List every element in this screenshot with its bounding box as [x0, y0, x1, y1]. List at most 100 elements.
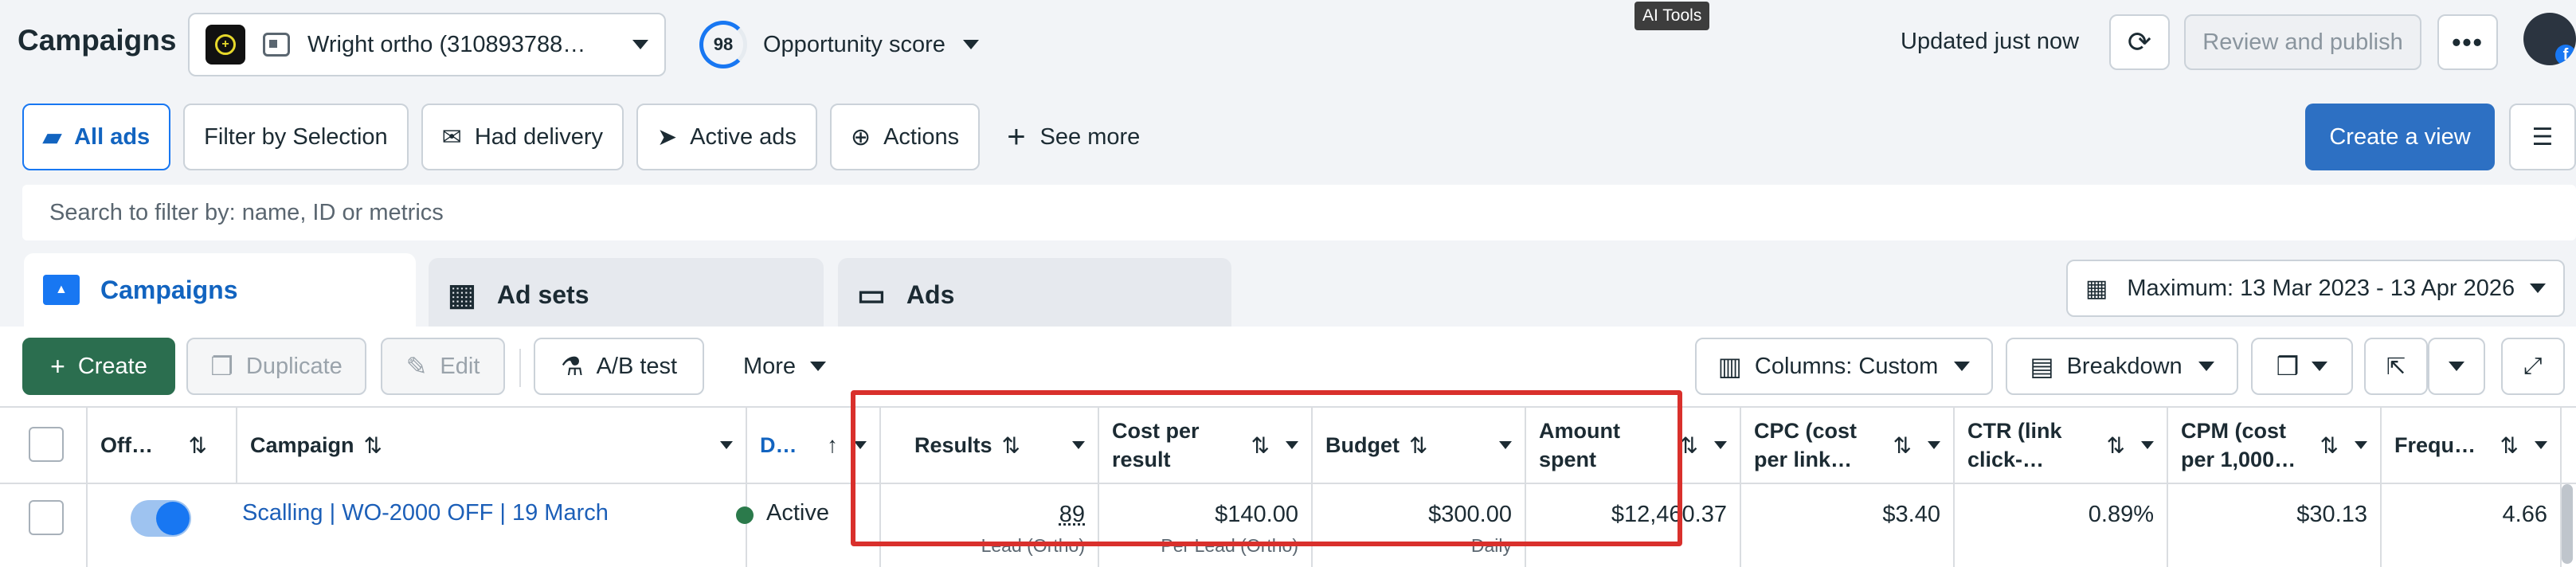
sort-icon: ⇅ — [2500, 432, 2519, 459]
header-off-on[interactable]: Off… ⇅ — [88, 408, 237, 483]
charts-button[interactable]: ⤢ — [2501, 338, 2565, 395]
chevron-down-icon — [2449, 362, 2464, 371]
select-all-checkbox[interactable] — [29, 427, 64, 462]
row-frequency-cell: 4.66 — [2382, 484, 2562, 567]
header-frequency[interactable]: Frequ… ⇅ — [2382, 408, 2562, 483]
cost-per-result-type: Per Lead (Ortho) — [1161, 535, 1298, 557]
sort-icon: ⇅ — [1002, 432, 1056, 459]
header-campaign[interactable]: Campaign ⇅ — [237, 408, 747, 483]
export-button[interactable]: ⇱ — [2364, 338, 2428, 395]
cost-per-result-value: $140.00 — [1215, 502, 1298, 528]
row-checkbox[interactable] — [29, 500, 64, 535]
tab-ad-sets[interactable]: ▦ Ad sets — [429, 258, 824, 331]
sort-up-icon: ↑ — [827, 432, 838, 458]
breakdown-button[interactable]: ▤ Breakdown — [2006, 338, 2238, 395]
chevron-down-icon — [632, 40, 648, 49]
toolbar-divider — [519, 349, 521, 387]
budget-type: Daily — [1471, 535, 1512, 557]
campaign-name-link[interactable]: Scalling | WO-2000 OFF | 19 March — [242, 500, 609, 526]
review-publish-button[interactable]: Review and publish — [2184, 14, 2421, 70]
campaign-toggle[interactable] — [131, 500, 191, 537]
chevron-down-icon — [963, 40, 979, 49]
more-options-button[interactable]: ••• — [2437, 14, 2498, 70]
reports-button[interactable]: ❒ — [2251, 338, 2353, 395]
filter-actions[interactable]: ⊕ Actions — [830, 104, 980, 170]
reports-icon: ❒ — [2277, 351, 2300, 381]
sort-icon: ⇅ — [2107, 432, 2125, 459]
row-amount-spent-cell: $12,460.37 — [1526, 484, 1741, 567]
header-budget[interactable]: Budget ⇅ — [1313, 408, 1526, 483]
account-logo: + — [206, 25, 245, 65]
folder-icon: ▰ — [43, 123, 61, 151]
pencil-icon: ✎ — [406, 351, 428, 381]
opportunity-score-selector[interactable]: 98 Opportunity score — [699, 21, 979, 68]
duplicate-button[interactable]: ❐ Duplicate — [186, 338, 366, 395]
avatar[interactable] — [2523, 13, 2576, 65]
grid-icon: ▦ — [448, 277, 476, 313]
sort-icon: ⇅ — [364, 432, 704, 459]
results-value[interactable]: 89 — [1059, 502, 1085, 528]
table-header-row: Off… ⇅ Campaign ⇅ D… ↑ Results ⇅ Cost pe… — [0, 408, 2576, 484]
top-bar: Campaigns + Wright ortho (310893788… 98 … — [0, 0, 2576, 89]
sort-icon: ⇅ — [1409, 432, 1483, 459]
chevron-down-icon — [2312, 362, 2327, 371]
header-cpc[interactable]: CPC (cost per link… ⇅ — [1741, 408, 1955, 483]
chevron-down-icon — [1714, 441, 1727, 449]
campaigns-folder-icon — [43, 275, 80, 305]
header-cost-per-result[interactable]: Cost per result ⇅ — [1099, 408, 1313, 483]
sort-icon: ⇅ — [1680, 432, 1698, 459]
search-input[interactable]: Search to filter by: name, ID or metrics — [22, 185, 2576, 240]
table-toolbar: + Create ❐ Duplicate ✎ Edit ⚗ A/B test M… — [0, 327, 2576, 406]
row-cost-per-result-cell: $140.00 Per Lead (Ortho) — [1099, 484, 1313, 567]
row-cpc-cell: $3.40 — [1741, 484, 1955, 567]
header-ctr[interactable]: CTR (link click-… ⇅ — [1955, 408, 2168, 483]
budget-value[interactable]: $300.00 — [1428, 502, 1512, 528]
create-button[interactable]: + Create — [22, 338, 175, 395]
tab-ads[interactable]: ▭ Ads — [838, 258, 1231, 331]
create-view-button[interactable]: Create a view — [2305, 104, 2495, 170]
filter-active-ads[interactable]: ➤ Active ads — [636, 104, 817, 170]
send-icon: ➤ — [657, 123, 677, 151]
row-results-cell: 89 Lead (Ortho) — [881, 484, 1099, 567]
chevron-down-icon — [1954, 362, 1970, 371]
chevron-down-icon — [1928, 441, 1940, 449]
see-more-button[interactable]: + See more — [992, 104, 1154, 170]
page-title: Campaigns — [18, 24, 176, 57]
edit-button[interactable]: ✎ Edit — [381, 338, 505, 395]
ad-frame-icon: ▭ — [857, 277, 886, 313]
filter-had-delivery[interactable]: ✉ Had delivery — [421, 104, 624, 170]
header-amount-spent[interactable]: Amount spent ⇅ — [1526, 408, 1741, 483]
row-budget-cell: $300.00 Daily — [1313, 484, 1526, 567]
table-row: Scalling | WO-2000 OFF | 19 March Active… — [0, 484, 2576, 567]
filter-all-ads[interactable]: ▰ All ads — [22, 104, 170, 170]
filter-bar: ▰ All ads Filter by Selection ✉ Had deli… — [22, 104, 1154, 170]
tab-campaigns[interactable]: Campaigns — [24, 253, 416, 327]
refresh-button[interactable]: ⟳ — [2109, 14, 2170, 70]
chevron-down-icon — [2355, 441, 2367, 449]
status-dot — [736, 506, 754, 524]
cpc-value: $3.40 — [1882, 502, 1940, 528]
results-type: Lead (Ortho) — [981, 535, 1085, 557]
header-cpm[interactable]: CPM (cost per 1,000… ⇅ — [2168, 408, 2382, 483]
filter-by-selection[interactable]: Filter by Selection — [183, 104, 409, 170]
chevron-down-icon — [2198, 362, 2214, 371]
export-icon: ⇱ — [2386, 353, 2406, 381]
header-results[interactable]: Results ⇅ — [881, 408, 1099, 483]
ab-test-button[interactable]: ⚗ A/B test — [534, 338, 704, 395]
date-range-selector[interactable]: ▦ Maximum: 13 Mar 2023 - 13 Apr 2026 — [2066, 260, 2565, 317]
opportunity-score-label: Opportunity score — [763, 32, 945, 58]
plus-icon: + — [1007, 119, 1025, 155]
account-name: Wright ortho (310893788… — [307, 32, 632, 58]
table-scrollbar[interactable] — [2562, 484, 2573, 564]
header-delivery[interactable]: D… ↑ — [747, 408, 881, 483]
account-selector[interactable]: + Wright ortho (310893788… — [188, 13, 666, 76]
more-actions-button[interactable]: More — [720, 338, 849, 395]
view-settings-button[interactable]: ☰ — [2509, 104, 2576, 170]
cpm-value: $30.13 — [2296, 502, 2367, 528]
columns-button[interactable]: ▥ Columns: Custom — [1695, 338, 1993, 395]
export-dropdown-button[interactable] — [2428, 338, 2485, 395]
frequency-value: 4.66 — [2503, 502, 2547, 528]
chevron-down-icon — [1286, 441, 1298, 449]
chevron-down-icon — [720, 441, 733, 449]
chevron-down-icon — [854, 441, 867, 449]
